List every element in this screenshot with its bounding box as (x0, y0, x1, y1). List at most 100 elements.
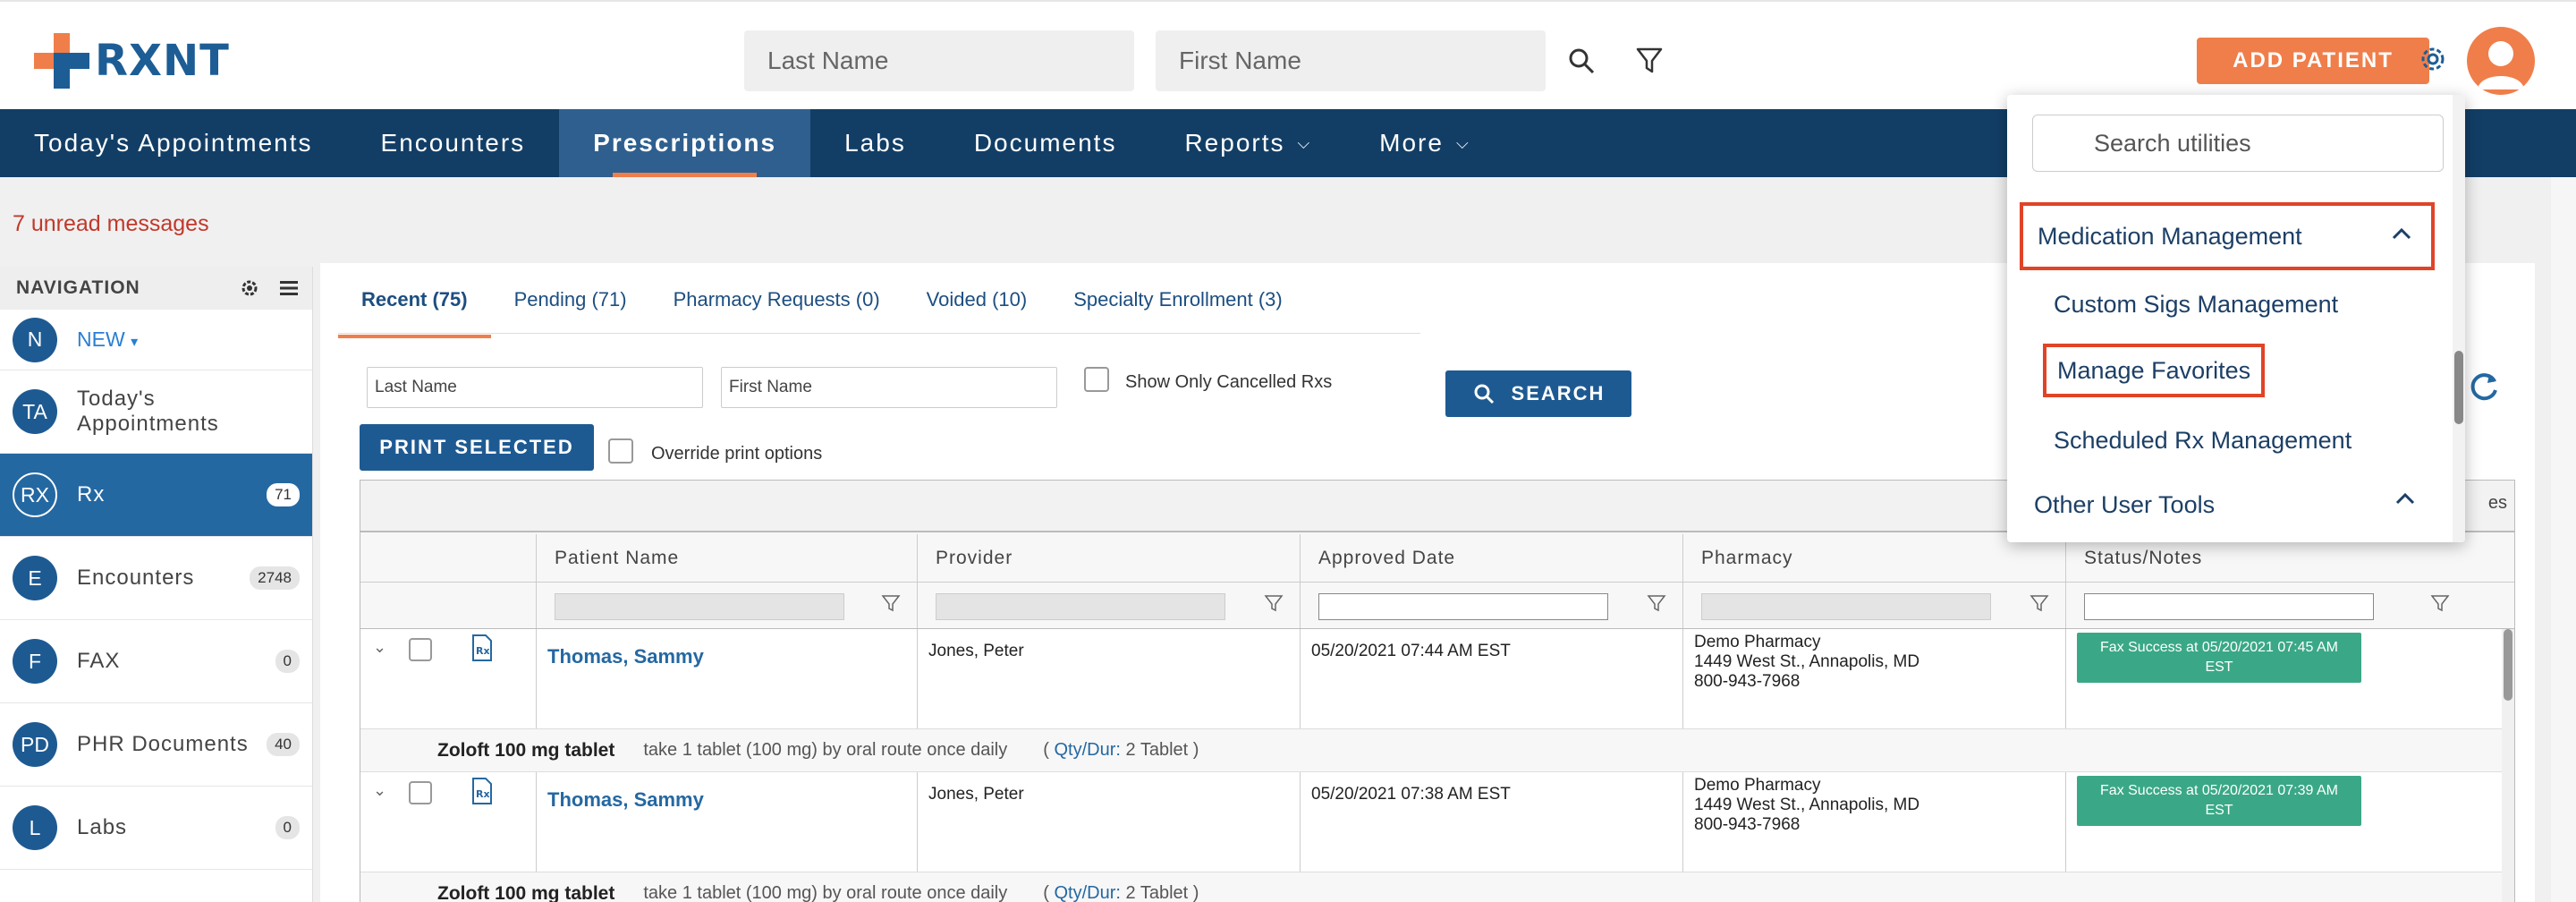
nav-todays-appointments[interactable]: Today's Appointments (0, 109, 347, 177)
filter-icon[interactable] (1631, 43, 1667, 79)
pharmacy-filter-input[interactable] (1701, 593, 1991, 620)
page-scrollbar[interactable] (2551, 177, 2576, 902)
top-header: RXNT ADD PATIENT (0, 0, 2576, 109)
tab-pending[interactable]: Pending (71) (491, 288, 650, 338)
sidebar-item-phr-documents[interactable]: PD PHR Documents 40 (0, 703, 312, 787)
refresh-icon[interactable] (2466, 369, 2502, 409)
user-avatar[interactable] (2467, 27, 2535, 95)
patient-name-link[interactable]: Thomas, Sammy (547, 645, 704, 668)
tab-recent[interactable]: Recent (75) (338, 288, 491, 338)
rxnt-logo[interactable]: RXNT (34, 33, 230, 89)
gear-icon[interactable] (2415, 41, 2451, 77)
expand-chevron-icon[interactable]: ⌄ (373, 638, 386, 657)
override-print-label: Override print options (651, 444, 823, 464)
filter-cell-status (2065, 583, 2466, 628)
search-button[interactable]: SEARCH (1445, 370, 1631, 417)
svg-text:Rx: Rx (476, 788, 490, 800)
row-checkbox[interactable] (409, 638, 432, 661)
patient-cell: Thomas, Sammy (536, 772, 917, 872)
table-row[interactable]: ⌄ Rx Thomas, Sammy Jones, Peter 05/20/20… (360, 629, 2514, 729)
header-first-name-input[interactable] (1156, 30, 1546, 91)
qty-label: Qty/Dur: (1054, 883, 1121, 902)
show-cancelled-checkbox[interactable] (1084, 367, 1109, 392)
count-badge: 0 (275, 816, 300, 839)
rxnt-cross-icon (34, 33, 89, 89)
gear-icon[interactable] (239, 277, 260, 299)
nav-label: Reports (1184, 129, 1285, 157)
nav-new-item[interactable]: N NEW ▾ (0, 310, 312, 370)
status-filter-input[interactable] (2084, 593, 2374, 620)
nav-more[interactable]: More ⌵ (1345, 109, 1504, 177)
grid-scrollbar-thumb[interactable] (2504, 629, 2512, 701)
dropdown-scrollbar-thumb[interactable] (2454, 351, 2463, 424)
provider-filter-input[interactable] (936, 593, 1225, 620)
filter-icon[interactable] (2029, 593, 2049, 613)
navigation-title: NAVIGATION (16, 277, 140, 298)
add-patient-button[interactable]: ADD PATIENT (2197, 38, 2429, 84)
filter-icon[interactable] (1647, 593, 1666, 613)
section-label: Other User Tools (2034, 490, 2216, 518)
row-checkbox[interactable] (409, 781, 432, 804)
print-selected-button[interactable]: PRINT SELECTED (360, 424, 594, 471)
qty-label: Qty/Dur: (1054, 740, 1121, 760)
sidebar-item-label: Rx (77, 482, 106, 506)
nav-label: Encounters (380, 129, 526, 157)
section-other-user-tools[interactable]: Other User Tools (2020, 471, 2435, 539)
tab-pharmacy-requests[interactable]: Pharmacy Requests (0) (650, 288, 903, 338)
menu-icon[interactable] (278, 277, 300, 299)
expand-chevron-icon[interactable]: ⌄ (373, 781, 386, 800)
filter-last-name-input[interactable] (367, 367, 703, 408)
table-row[interactable]: ⌄ Rx Thomas, Sammy Jones, Peter 05/20/20… (360, 772, 2514, 872)
sidebar-item-rx[interactable]: RX Rx 71 (0, 454, 312, 537)
medication-sig: take 1 tablet (100 mg) by oral route onc… (643, 740, 1008, 760)
nav-badge: N (13, 317, 57, 362)
override-print-checkbox[interactable] (608, 438, 633, 464)
search-utilities-input[interactable] (2032, 115, 2444, 172)
nav-documents[interactable]: Documents (940, 109, 1151, 177)
approved-date-cell: 05/20/2021 07:38 AM EST (1300, 772, 1682, 872)
nav-reports[interactable]: Reports ⌵ (1150, 109, 1345, 177)
approved-filter-input[interactable] (1318, 593, 1608, 620)
column-header-patient[interactable]: Patient Name (536, 534, 917, 582)
chevron-down-icon: ⌵ (1297, 133, 1312, 152)
user-icon (2478, 41, 2524, 89)
column-header-approved[interactable]: Approved Date (1300, 534, 1682, 582)
search-icon[interactable] (1563, 43, 1599, 79)
menu-item-custom-sigs[interactable]: Custom Sigs Management (2043, 277, 2349, 331)
patient-name-link[interactable]: Thomas, Sammy (547, 788, 704, 811)
grid-scrollbar[interactable] (2502, 629, 2514, 902)
medication-qty: ( Qty/Dur: 2 Tablet ) (1043, 740, 1199, 761)
header-last-name-input[interactable] (744, 30, 1134, 91)
rx-document-icon[interactable]: Rx (471, 634, 493, 661)
menu-item-manage-favorites[interactable]: Manage Favorites (2043, 344, 2266, 397)
dropdown-scrollbar[interactable] (2453, 95, 2465, 542)
patient-cell: Thomas, Sammy (536, 629, 917, 728)
new-dropdown[interactable]: NEW ▾ (77, 328, 138, 352)
sidebar-item-encounters[interactable]: E Encounters 2748 (0, 537, 312, 620)
filter-first-name-input[interactable] (721, 367, 1057, 408)
pharmacy-cell: Demo Pharmacy 1449 West St., Annapolis, … (1682, 772, 2065, 872)
column-header-provider[interactable]: Provider (917, 534, 1300, 582)
filter-icon[interactable] (2430, 593, 2450, 613)
sidebar-item-todays-appointments[interactable]: TA Today's Appointments (0, 370, 312, 454)
qty-open: ( (1043, 883, 1049, 902)
nav-label: Prescriptions (593, 129, 777, 157)
section-medication-management[interactable]: Medication Management (2020, 202, 2435, 270)
sidebar-item-fax[interactable]: F FAX 0 (0, 620, 312, 703)
sidebar-item-labs[interactable]: L Labs 0 (0, 787, 312, 870)
nav-labs[interactable]: Labs (810, 109, 940, 177)
filter-icon[interactable] (881, 593, 901, 613)
count-badge: 71 (267, 483, 300, 506)
unread-messages-link[interactable]: 7 unread messages (13, 211, 209, 237)
menu-item-scheduled-rx[interactable]: Scheduled Rx Management (2043, 413, 2362, 467)
nav-encounters[interactable]: Encounters (347, 109, 560, 177)
rx-document-icon[interactable]: Rx (471, 778, 493, 804)
patient-filter-input[interactable] (555, 593, 844, 620)
qty-value: 2 Tablet ) (1125, 883, 1199, 902)
navigation-header: NAVIGATION (0, 267, 312, 310)
provider-cell: Jones, Peter (917, 629, 1300, 728)
nav-prescriptions[interactable]: Prescriptions (559, 109, 811, 177)
tab-voided[interactable]: Voided (10) (903, 288, 1051, 338)
tab-specialty-enrollment[interactable]: Specialty Enrollment (3) (1050, 288, 1306, 338)
filter-icon[interactable] (1264, 593, 1284, 613)
